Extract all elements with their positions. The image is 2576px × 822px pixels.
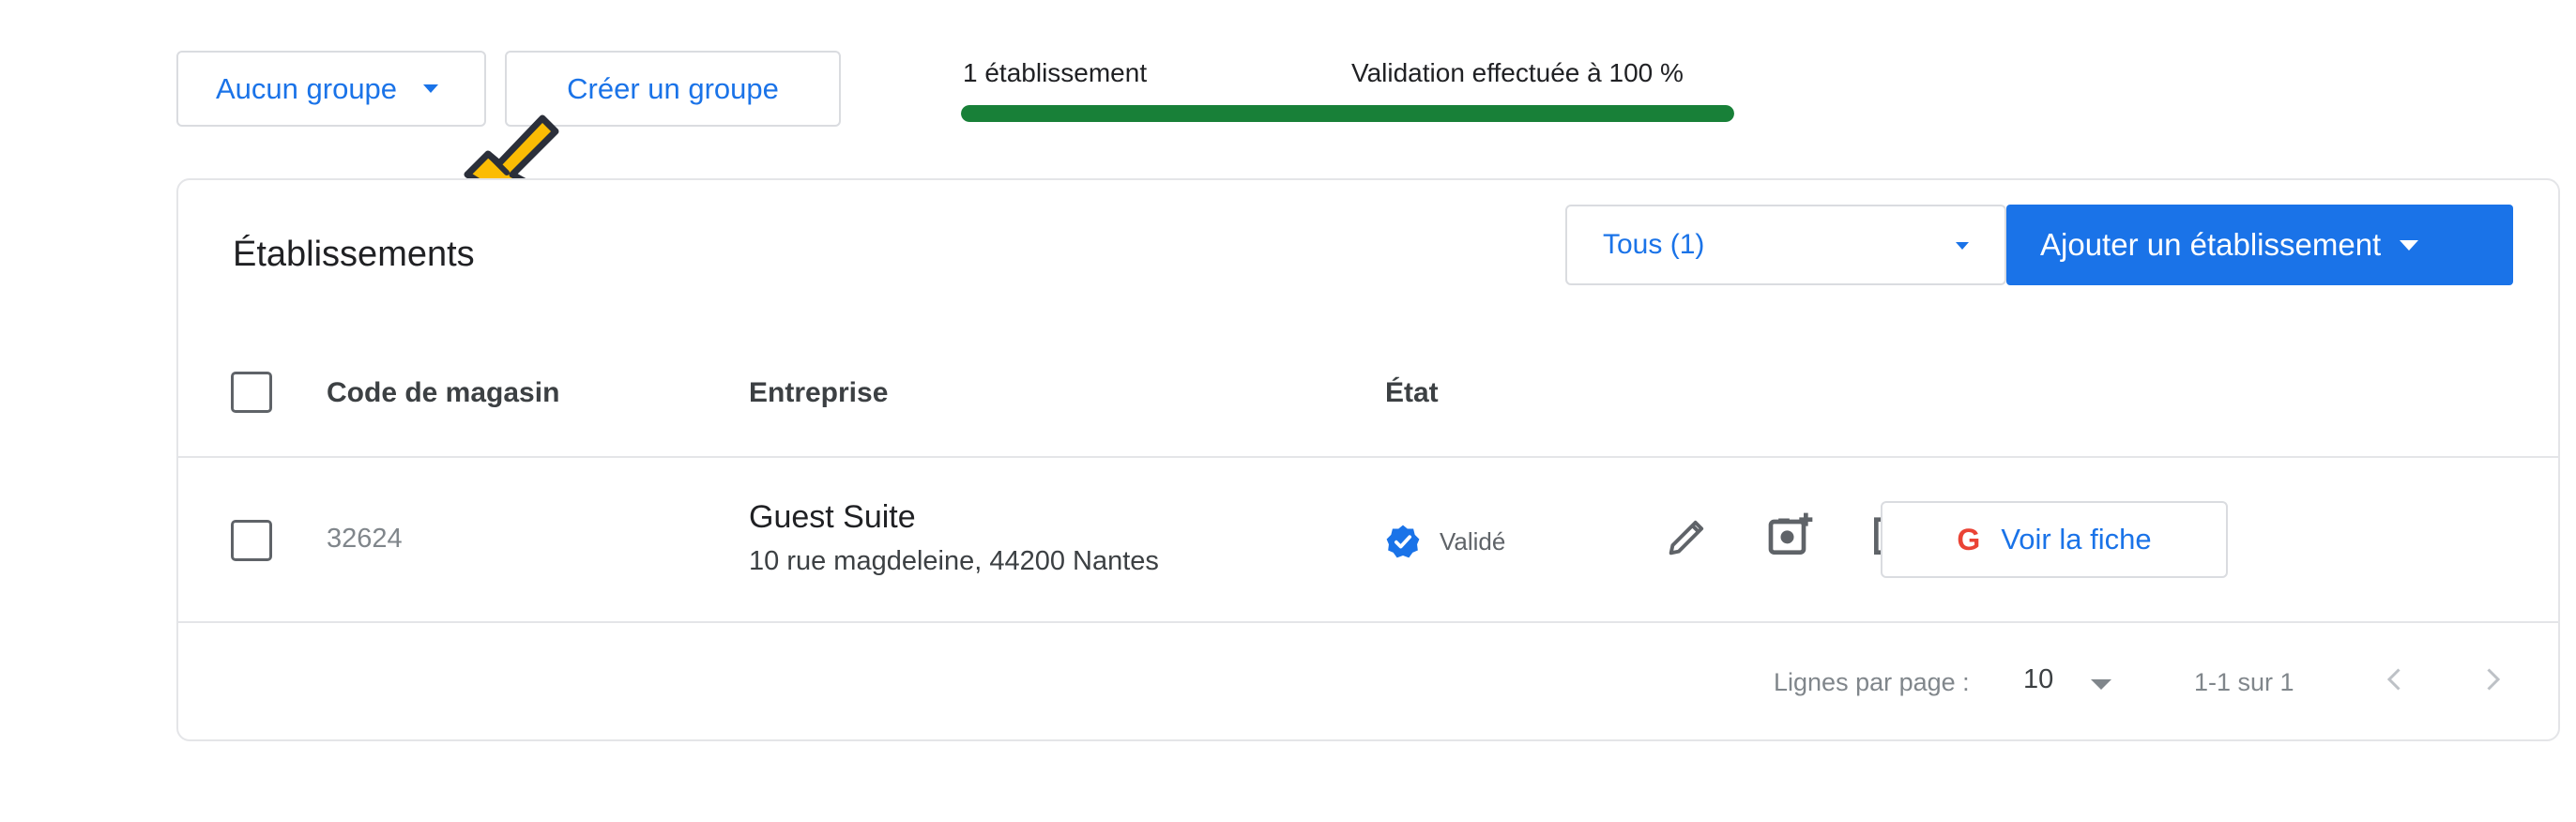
view-listing-label: Voir la fiche <box>2001 523 2152 556</box>
rows-per-page-select[interactable]: 10 <box>2023 664 2112 695</box>
rows-per-page-label: Lignes par page : <box>1774 668 1970 696</box>
column-header-business[interactable]: Entreprise <box>749 377 888 409</box>
add-location-button[interactable]: Ajouter un établissement <box>2006 205 2513 285</box>
business-name[interactable]: Guest Suite <box>749 499 916 536</box>
verified-check-icon <box>1386 525 1420 558</box>
validation-progress-fill <box>961 105 1734 122</box>
validation-status: Validation effectuée à 100 % <box>1351 58 1684 87</box>
caret-down-icon <box>1956 242 1969 250</box>
rows-per-page-value: 10 <box>2023 664 2054 694</box>
google-g-icon: G <box>1957 522 1981 556</box>
header-divider <box>178 456 2558 458</box>
chevron-right-icon[interactable] <box>2476 661 2509 698</box>
row-divider <box>178 621 2558 623</box>
caret-down-icon <box>2091 679 2112 690</box>
group-select-label: Aucun groupe <box>216 71 398 105</box>
add-photo-icon[interactable] <box>1764 509 1817 561</box>
pencil-icon[interactable] <box>1663 512 1712 561</box>
add-location-label: Ajouter un établissement <box>2040 227 2382 262</box>
select-all-checkbox[interactable] <box>231 372 272 413</box>
card-title: Établissements <box>233 235 475 274</box>
caret-down-icon <box>2400 239 2419 251</box>
business-address: 10 rue magdeleine, 44200 Nantes <box>749 546 1159 576</box>
caret-down-icon <box>423 84 439 93</box>
state-label: Validé <box>1440 527 1506 556</box>
chevron-left-icon[interactable] <box>2378 661 2412 698</box>
status-filter-label: Tous (1) <box>1603 229 1705 260</box>
row-checkbox[interactable] <box>231 520 272 561</box>
locations-card: Établissements Tous (1) Ajouter un établ… <box>176 178 2560 741</box>
location-count: 1 établissement <box>963 58 1148 87</box>
column-header-store-code[interactable]: Code de magasin <box>327 377 559 409</box>
status-filter-select[interactable]: Tous (1) <box>1565 205 2006 285</box>
pagination-range: 1-1 sur 1 <box>2194 668 2294 696</box>
column-header-state[interactable]: État <box>1385 377 1439 409</box>
view-listing-button[interactable]: G Voir la fiche <box>1881 501 2228 578</box>
create-group-label: Créer un groupe <box>567 71 779 105</box>
group-select[interactable]: Aucun groupe <box>176 51 486 127</box>
store-code-cell: 32624 <box>327 524 403 554</box>
validation-progress-bar <box>961 105 1734 122</box>
